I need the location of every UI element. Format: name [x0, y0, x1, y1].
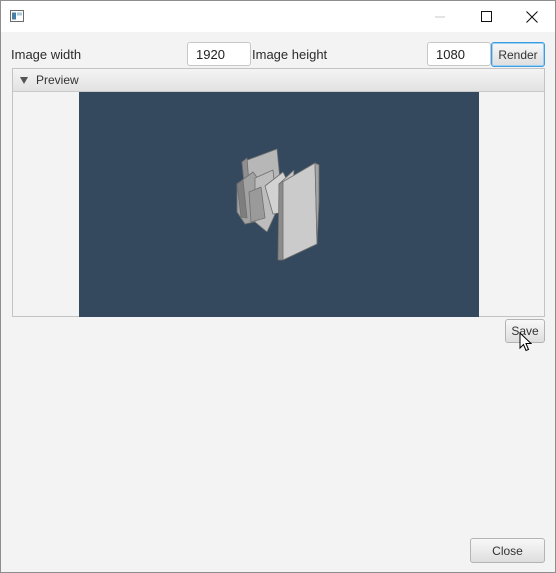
image-width-input[interactable]: [187, 42, 251, 66]
maximize-button[interactable]: [463, 1, 509, 32]
preview-header[interactable]: Preview: [13, 69, 544, 92]
close-window-button[interactable]: [509, 1, 555, 32]
image-width-label: Image width: [11, 47, 82, 62]
window-app-icon: [10, 10, 24, 22]
image-height-input[interactable]: [427, 42, 491, 66]
minimize-button[interactable]: [417, 1, 463, 32]
close-icon: [526, 10, 538, 23]
maximize-icon: [480, 11, 492, 22]
image-height-label: Image height: [252, 47, 328, 62]
preview-pane: Preview: [12, 68, 545, 317]
preview-title: Preview: [36, 73, 79, 87]
title-bar[interactable]: [1, 1, 555, 32]
rendered-model-graphic: [236, 148, 320, 261]
close-button[interactable]: Close: [470, 538, 545, 563]
mouse-cursor-icon: [519, 332, 532, 352]
collapse-arrow-icon: [20, 76, 28, 84]
minimize-icon: [435, 16, 445, 17]
preview-image: [79, 92, 479, 317]
render-dialog-window: Image width Image height Render Preview: [0, 0, 556, 573]
render-button[interactable]: Render: [491, 42, 545, 67]
